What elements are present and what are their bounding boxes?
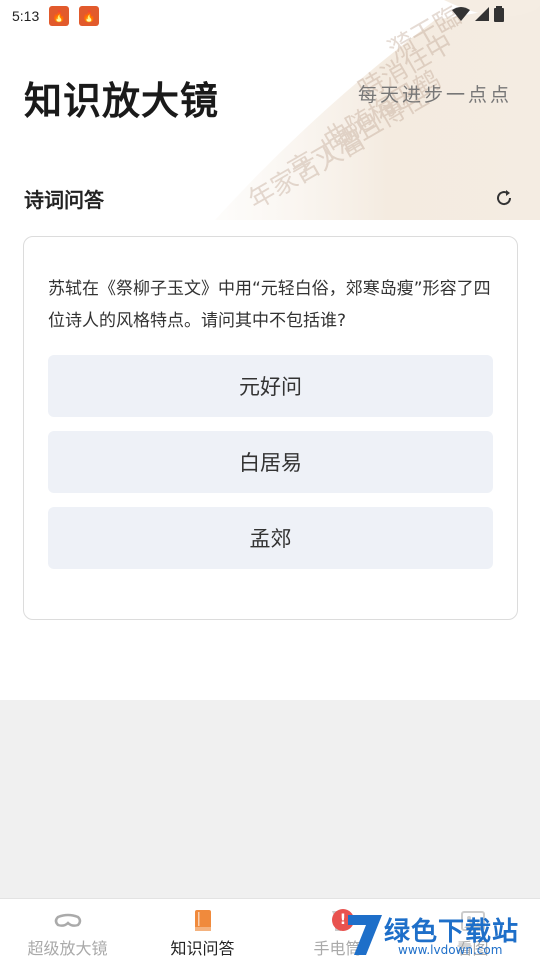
app-title: 知识放大镜 [24, 79, 220, 123]
quiz-card: 苏轼在《祭柳子玉文》中用“元轻白俗，郊寒岛瘦”形容了四位诗人的风格特点。请问其中… [23, 236, 518, 620]
notification-badge: ! [332, 909, 354, 931]
top-area: 年家古人留 亨寸酒且傅住 曲随梅巴鹤 時消住中 漪干臨 5:13 🔥 🔥 知识放… [0, 0, 540, 700]
answer-option[interactable]: 白居易 [48, 431, 493, 493]
answer-option[interactable]: 元好问 [48, 355, 493, 417]
refresh-button[interactable] [492, 186, 516, 210]
svg-text:曲随梅巴鹤: 曲随梅巴鹤 [319, 65, 447, 156]
status-bar: 5:13 🔥 🔥 [0, 0, 540, 32]
empty-content-area [0, 700, 540, 898]
app-subtitle: 每天进步一点点 [358, 84, 513, 106]
book-icon [188, 909, 218, 933]
app-notification-icon: 🔥 [49, 6, 70, 26]
tab-flashlight[interactable]: ! 手电筒 [270, 899, 405, 960]
battery-icon [494, 6, 504, 22]
signal-icon [475, 7, 489, 21]
tab-image-view[interactable]: 看图 [405, 899, 540, 960]
refresh-icon [497, 190, 512, 206]
glasses-icon [53, 909, 83, 933]
tab-label: 看图 [456, 939, 489, 958]
app-notification-icon: 🔥 [79, 6, 100, 26]
status-time: 5:13 [12, 8, 40, 24]
quiz-question: 苏轼在《祭柳子玉文》中用“元轻白俗，郊寒岛瘦”形容了四位诗人的风格特点。请问其中… [48, 279, 491, 331]
section-title: 诗词问答 [24, 188, 104, 212]
tab-knowledge-quiz[interactable]: 知识问答 [135, 899, 270, 960]
tab-label: 超级放大镜 [27, 939, 108, 958]
image-icon [458, 909, 488, 933]
system-status-icons [452, 6, 504, 22]
answer-option[interactable]: 孟郊 [48, 507, 493, 569]
tab-super-magnifier[interactable]: 超级放大镜 [0, 899, 135, 960]
wifi-icon [452, 7, 470, 21]
bottom-tab-bar: 超级放大镜 知识问答 ! 手电筒 看图 [0, 898, 540, 960]
tab-label: 知识问答 [170, 939, 235, 958]
svg-text:年家古人留: 年家古人留 [244, 125, 372, 216]
calligraphy-scroll-decoration: 年家古人留 亨寸酒且傅住 曲随梅巴鹤 時消住中 漪干臨 [215, 0, 540, 220]
tab-label: 手电筒 [313, 939, 362, 958]
